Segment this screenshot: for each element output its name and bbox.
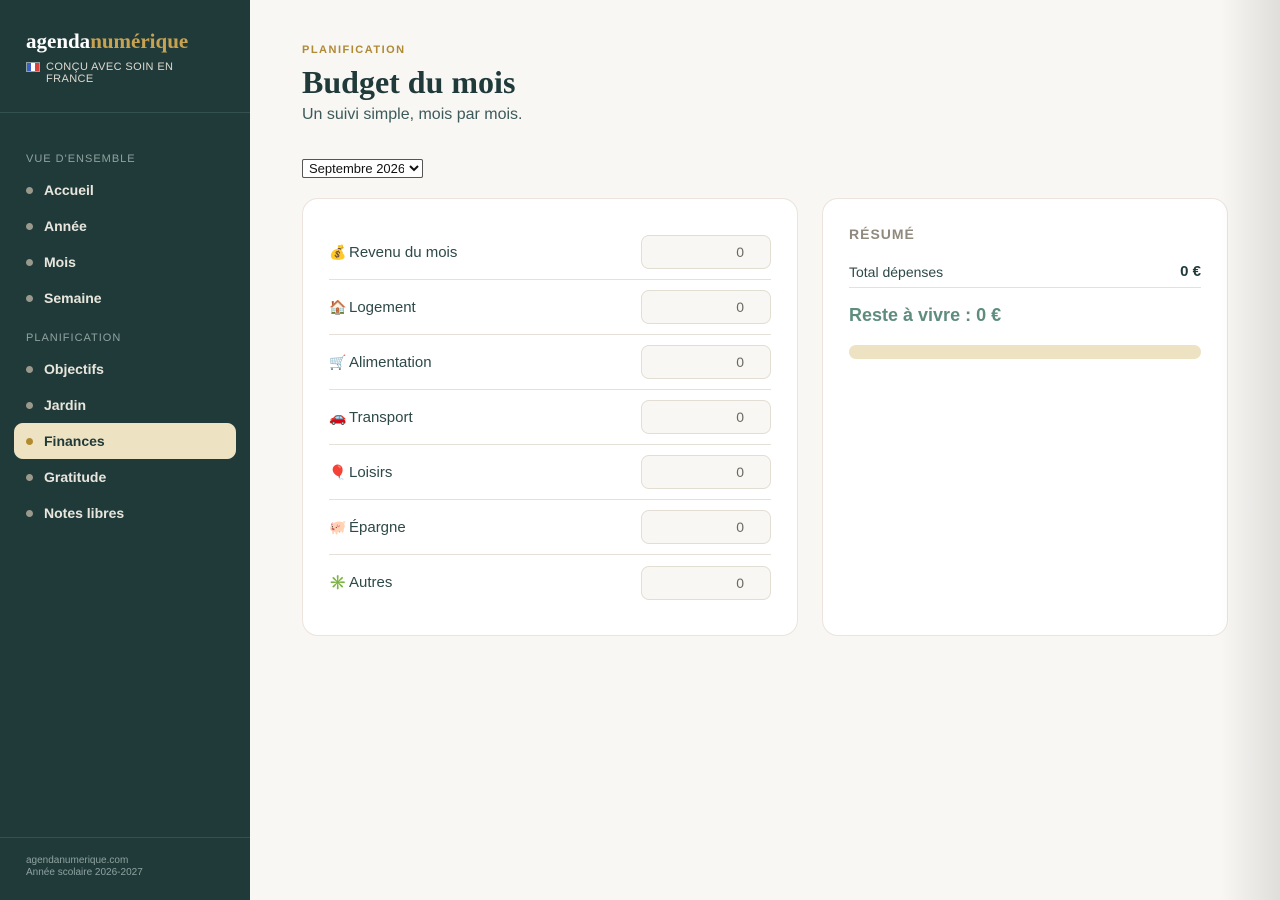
sidebar-item-finances[interactable]: Finances xyxy=(14,423,236,459)
tagline: CONÇU AVEC SOIN EN FRANCE xyxy=(26,61,224,85)
sidebar-item-label: Jardin xyxy=(44,397,87,413)
footer-school-year: Année scolaire 2026-2027 xyxy=(26,867,143,878)
money-bag-icon: 💰 xyxy=(329,243,347,260)
sidebar-item-label: Objectifs xyxy=(44,361,104,377)
car-icon: 🚗 xyxy=(329,408,347,425)
page-subtitle: Un suivi simple, mois par mois. xyxy=(302,106,523,123)
sidebar: agendanumérique CONÇU AVEC SOIN EN FRANC… xyxy=(0,0,250,900)
sidebar-footer: agendanumerique.com Année scolaire 2026-… xyxy=(0,837,250,900)
shopping-cart-icon: 🛒 xyxy=(329,353,347,370)
row-label: 🎈 Loisirs xyxy=(329,464,392,481)
page-eyebrow: PLANIFICATION xyxy=(302,44,406,56)
edge-shadow xyxy=(1220,0,1280,900)
row-label-text: Transport xyxy=(349,408,413,426)
budget-row-revenu: 💰 Revenu du mois xyxy=(329,225,771,280)
sidebar-item-semaine[interactable]: Semaine xyxy=(14,280,236,316)
brand: agendanumérique CONÇU AVEC SOIN EN FRANC… xyxy=(0,0,250,113)
sidebar-item-label: Finances xyxy=(44,433,105,449)
row-label-text: Revenu du mois xyxy=(349,243,458,261)
page-title: Budget du mois xyxy=(302,64,516,100)
sidebar-item-label: Mois xyxy=(44,254,76,270)
row-label: 💰 Revenu du mois xyxy=(329,244,457,261)
sidebar-item-label: Accueil xyxy=(44,182,94,198)
footer-site: agendanumerique.com xyxy=(26,855,129,866)
row-label: 🛒 Alimentation xyxy=(329,354,432,371)
nav-section-planification: PLANIFICATION xyxy=(26,332,122,344)
logo-part-agenda: agenda xyxy=(26,29,91,53)
sidebar-item-mois[interactable]: Mois xyxy=(14,244,236,280)
logo-part-numerique: numérique xyxy=(90,29,189,53)
sidebar-item-label: Notes libres xyxy=(44,505,125,521)
reste-a-vivre: Reste à vivre : 0 € xyxy=(849,305,1002,325)
row-label: ✳️ Autres xyxy=(329,574,392,591)
autres-input[interactable] xyxy=(641,565,771,600)
total-expenses-label: Total dépenses xyxy=(849,263,944,280)
nav-section-overview: VUE D'ENSEMBLE xyxy=(26,153,136,165)
house-icon: 🏠 xyxy=(329,298,347,315)
bullet-icon xyxy=(26,259,33,266)
total-expenses-value: 0 € xyxy=(1180,263,1201,280)
row-label-text: Logement xyxy=(349,298,416,316)
budget-row-autres: ✳️ Autres xyxy=(329,555,771,610)
sidebar-item-notes-libres[interactable]: Notes libres xyxy=(14,495,236,531)
summary-title: RÉSUMÉ xyxy=(849,226,915,242)
sidebar-item-accueil[interactable]: Accueil xyxy=(14,172,236,208)
sidebar-item-label: Semaine xyxy=(44,290,102,306)
row-label-text: Alimentation xyxy=(349,353,432,371)
budget-row-loisirs: 🎈 Loisirs xyxy=(329,445,771,500)
sidebar-item-jardin[interactable]: Jardin xyxy=(14,387,236,423)
french-flag-icon xyxy=(26,62,40,72)
sidebar-item-gratitude[interactable]: Gratitude xyxy=(14,459,236,495)
logo[interactable]: agendanumérique xyxy=(26,30,224,52)
bullet-icon xyxy=(26,187,33,194)
bullet-icon xyxy=(26,295,33,302)
bullet-icon xyxy=(26,510,33,517)
total-expenses-row: Total dépenses 0 € xyxy=(849,260,1201,288)
row-label-text: Autres xyxy=(349,574,393,591)
budget-row-alimentation: 🛒 Alimentation xyxy=(329,335,771,390)
logement-input[interactable] xyxy=(641,290,771,324)
summary-card: RÉSUMÉ Total dépenses 0 € Reste à vivre … xyxy=(822,198,1228,636)
loisirs-input[interactable] xyxy=(641,455,771,489)
bullet-icon xyxy=(26,223,33,230)
bullet-icon xyxy=(26,438,33,445)
row-label: 🐖 Épargne xyxy=(329,519,406,536)
budget-card: 💰Revenu du mois 🏠Logement 🛒Alimentation … xyxy=(302,198,798,636)
row-label-text: Épargne xyxy=(349,518,406,536)
balloon-icon: 🎈 xyxy=(329,463,347,480)
transport-input[interactable] xyxy=(641,400,771,434)
budget-row-transport: 🚗 Transport xyxy=(329,390,771,445)
alimentation-input[interactable] xyxy=(641,345,771,379)
revenu-input[interactable] xyxy=(641,235,771,269)
month-select[interactable]: Septembre 2026 xyxy=(302,159,423,178)
bullet-icon xyxy=(26,402,33,409)
budget-row-epargne: 🐖 Épargne xyxy=(329,500,771,555)
sidebar-item-objectifs[interactable]: Objectifs xyxy=(14,351,236,387)
budget-progress-bar xyxy=(849,345,1201,359)
sidebar-item-annee[interactable]: Année xyxy=(14,208,236,244)
sidebar-item-label: Année xyxy=(44,218,87,234)
piggy-bank-icon: 🐖 xyxy=(329,518,347,535)
sparkle-icon: ✳️ xyxy=(329,574,347,590)
row-label-text: Loisirs xyxy=(349,463,393,481)
sidebar-item-label: Gratitude xyxy=(44,469,107,485)
budget-row-logement: 🏠 Logement xyxy=(329,280,771,335)
bullet-icon xyxy=(26,474,33,481)
row-label: 🏠 Logement xyxy=(329,299,416,316)
row-label: 🚗 Transport xyxy=(329,409,413,426)
tagline-text: CONÇU AVEC SOIN EN FRANCE xyxy=(46,61,174,85)
epargne-input[interactable] xyxy=(641,510,771,544)
bullet-icon xyxy=(26,366,33,373)
